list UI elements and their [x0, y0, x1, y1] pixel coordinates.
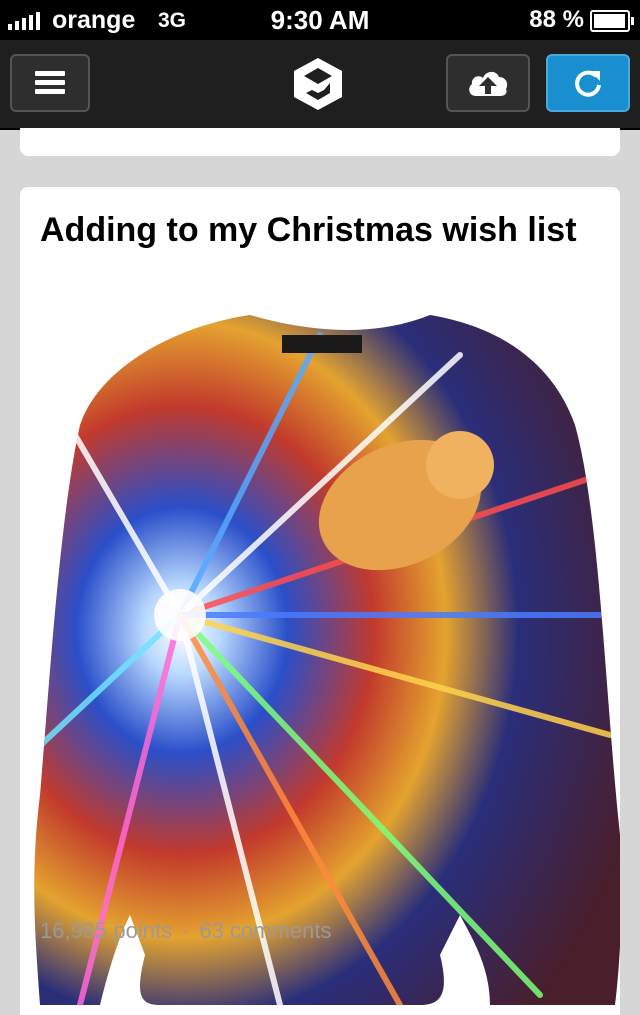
menu-button[interactable] — [10, 54, 90, 112]
post-image[interactable] — [20, 315, 620, 1015]
refresh-icon — [575, 70, 601, 97]
hamburger-menu-icon — [35, 71, 65, 95]
post-title[interactable]: Adding to my Christmas wish list — [40, 207, 600, 253]
points-count[interactable]: 16,985 points — [40, 918, 172, 943]
battery-percentage: 88 % — [529, 6, 584, 33]
9gag-logo-icon[interactable] — [290, 56, 346, 112]
top-navbar — [0, 40, 640, 130]
battery-icon — [590, 10, 634, 32]
meta-separator: · — [182, 918, 190, 943]
status-bar: orange 3G 9:30 AM 88 % — [0, 0, 640, 40]
comments-count[interactable]: 63 comments — [199, 918, 331, 943]
refresh-button[interactable] — [546, 54, 630, 112]
post-card[interactable]: Adding to my Christmas wish list 16,985 … — [20, 187, 620, 1015]
upload-button[interactable] — [446, 54, 530, 112]
cloud-upload-icon — [469, 71, 508, 96]
previous-post-card — [20, 128, 620, 156]
post-meta: 16,985 points · 63 comments — [40, 918, 332, 944]
